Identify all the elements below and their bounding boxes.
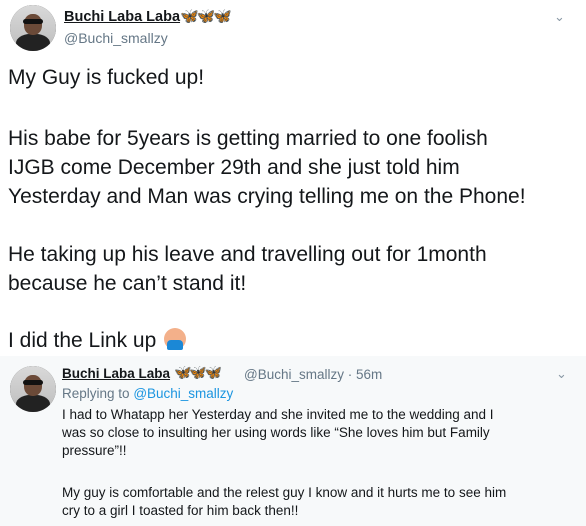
tweet-text-line: His babe for 5years is getting married t…: [8, 127, 488, 150]
replying-to-label: Replying to: [62, 386, 130, 401]
replying-to-handle-link[interactable]: @Buchi_smallzy: [133, 386, 233, 401]
tweet-text-line: Yesterday and Man was crying telling me …: [8, 185, 526, 208]
reply-text-line: pressure”!!: [62, 443, 127, 458]
replying-to: Replying to @Buchi_smallzy: [62, 386, 233, 401]
reply-text-line: My guy is comfortable and the relest guy…: [62, 485, 507, 500]
avatar-body: [15, 33, 51, 51]
tweet-text-last-line: I did the Link up: [8, 327, 187, 354]
butterfly-emoji: 🦋🦋🦋: [180, 8, 232, 25]
tweet-text-line: because he can’t stand it!: [8, 272, 247, 295]
reply-text-line: cry to a girl I toasted for him back the…: [62, 503, 299, 518]
reply-tweet: Buchi Laba Laba 🦋🦋🦋 @Buchi_smallzy · 56m…: [0, 356, 586, 526]
avatar-sunglasses: [22, 379, 44, 386]
display-name[interactable]: Buchi Laba Laba: [64, 9, 180, 25]
avatar-sunglasses: [22, 18, 44, 25]
reply-text-line: I had to Whatapp her Yesterday and she i…: [62, 407, 494, 422]
butterfly-emoji: 🦋🦋🦋: [174, 364, 222, 380]
tweet-text-line: IJGB come December 29th and she just tol…: [8, 156, 460, 179]
avatar-face: [23, 14, 43, 35]
chevron-down-icon[interactable]: ⌄: [554, 9, 565, 25]
avatar[interactable]: [10, 366, 56, 412]
display-name[interactable]: Buchi Laba Laba: [62, 366, 170, 381]
user-handle[interactable]: @Buchi_smallzy: [64, 30, 168, 46]
tweet-text-span: I did the Link up: [8, 329, 157, 352]
handle-and-timestamp[interactable]: @Buchi_smallzy · 56m: [244, 367, 382, 382]
tweet-text-line: He taking up his leave and travelling ou…: [8, 243, 487, 266]
tweet-text-line: My Guy is fucked up!: [8, 66, 205, 89]
avatar-body: [15, 394, 51, 412]
chevron-down-icon[interactable]: ⌄: [556, 366, 567, 382]
avatar[interactable]: [10, 5, 56, 51]
reply-text-line: was so close to insulting her using word…: [62, 425, 490, 440]
avatar-face: [23, 375, 43, 396]
main-tweet: Buchi Laba Laba 🦋🦋🦋 @Buchi_smallzy ⌄ My …: [0, 0, 586, 356]
facepalm-emoji-icon: [164, 328, 187, 350]
